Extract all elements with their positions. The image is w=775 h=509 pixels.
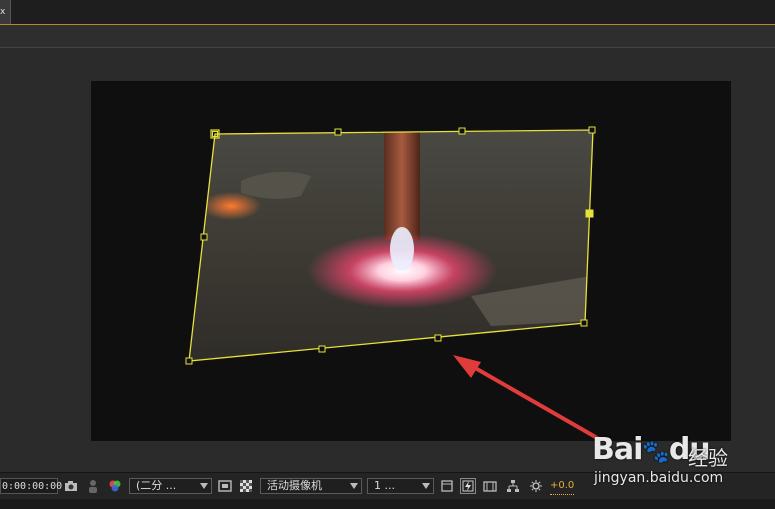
panel-tab[interactable]: x [0, 0, 11, 24]
color-channels-icon[interactable] [107, 478, 123, 494]
chevron-down-icon [200, 483, 208, 489]
resolution-dropdown[interactable]: (二分 ... [129, 478, 212, 494]
camera-label: 活动摄像机 [267, 479, 322, 492]
camera-dropdown[interactable]: 活动摄像机 [260, 478, 362, 494]
viewer-status-bar: 0:00:00:00 (二分 ... 活动摄像机 1 ... +0.0 [0, 472, 775, 499]
composition-tab-strip [0, 25, 775, 48]
views-label: 1 ... [374, 479, 395, 492]
exposure-icon[interactable] [528, 478, 544, 494]
panel-tab-label: x [0, 7, 6, 17]
chevron-down-icon [350, 483, 358, 489]
annotation-arrow [453, 355, 607, 445]
video-frame [189, 130, 593, 361]
bottom-strip [0, 499, 775, 509]
camera-icon[interactable] [63, 478, 79, 494]
timeline-icon[interactable] [482, 478, 498, 494]
toggle-views-icon[interactable] [439, 478, 455, 494]
top-panel-bar: x [0, 0, 775, 25]
composition-canvas[interactable] [91, 81, 731, 445]
flowchart-icon[interactable] [505, 478, 521, 494]
composition-viewer[interactable] [0, 48, 775, 471]
transparency-grid-icon[interactable] [238, 478, 254, 494]
timecode-field[interactable]: 0:00:00:00 [0, 478, 62, 494]
views-dropdown[interactable]: 1 ... [367, 478, 434, 494]
chevron-down-icon [422, 483, 430, 489]
region-of-interest-icon[interactable] [217, 478, 233, 494]
fast-preview-icon[interactable] [460, 478, 476, 494]
resolution-label: (二分 ... [136, 479, 177, 492]
person-icon[interactable] [85, 478, 101, 494]
layer-preview [185, 126, 607, 445]
exposure-value[interactable]: +0.0 [550, 478, 575, 495]
